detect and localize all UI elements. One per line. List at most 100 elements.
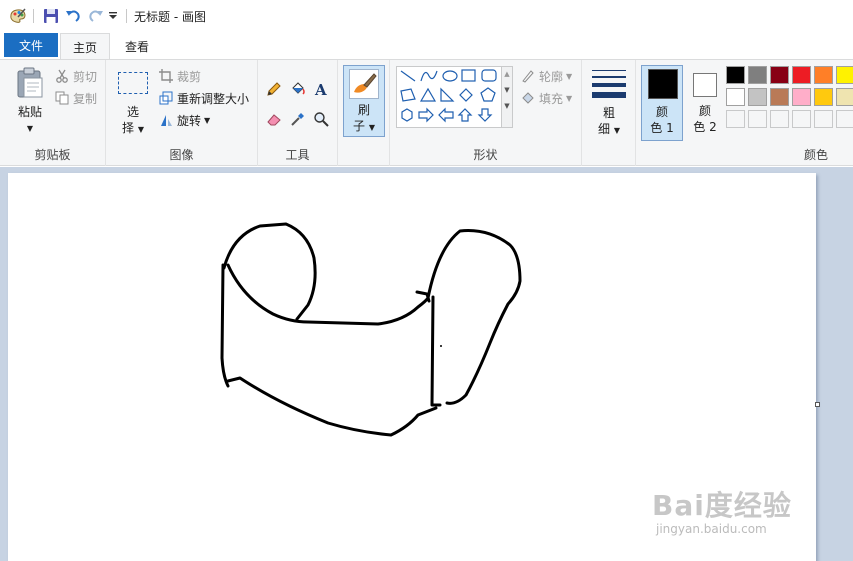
eraser-icon[interactable]	[263, 108, 285, 130]
watermark-main: Bai度经验	[652, 489, 792, 522]
cut-label: 剪切	[73, 69, 98, 84]
paint-app-icon[interactable]	[8, 6, 28, 26]
palette-color-swatch[interactable]	[726, 88, 745, 106]
color2-button[interactable]: 颜 色 2	[686, 65, 724, 141]
paint-window: 无标题 - 画图 文件 主页 查看 粘贴 ▼ 剪切 复制 剪贴板 选 择 ▼ 裁…	[0, 0, 853, 561]
save-icon[interactable]	[41, 6, 61, 26]
tools-group: A 工具	[258, 60, 338, 166]
palette-color-swatch[interactable]	[836, 66, 853, 84]
select-label-line2: 择 ▼	[122, 121, 144, 135]
text-tool-icon[interactable]: A	[310, 78, 332, 100]
rotate-label: 旋转	[177, 113, 202, 128]
palette-color-swatch[interactable]	[770, 88, 789, 106]
color1-label-line2: 色 1	[650, 121, 674, 135]
tab-home[interactable]: 主页	[60, 33, 110, 60]
palette-color-swatch[interactable]	[748, 88, 767, 106]
shapes-group: ▲ ▼ ▼ 轮廓 ▼ 填充 ▼ 形状	[390, 60, 582, 166]
select-icon	[118, 72, 148, 94]
paste-dropdown-icon[interactable]: ▼	[10, 121, 50, 137]
brush-icon	[349, 69, 379, 99]
scroll-down-icon[interactable]: ▼	[502, 86, 512, 94]
palette-color-swatch[interactable]	[814, 66, 833, 84]
palette-empty-swatch[interactable]	[748, 110, 767, 128]
palette-empty-swatch[interactable]	[726, 110, 745, 128]
clipboard-group: 粘贴 ▼ 剪切 复制 剪贴板	[0, 60, 106, 166]
crop-label: 裁剪	[177, 69, 202, 84]
fill-bucket-icon[interactable]	[287, 78, 309, 100]
redo-icon[interactable]	[86, 6, 106, 26]
colors-group: 颜 色 1 颜 色 2 颜色	[636, 60, 853, 166]
select-button[interactable]: 选 择 ▼	[114, 64, 154, 140]
canvas-resize-handle[interactable]	[815, 402, 820, 407]
size-label-line2: 细 ▼	[598, 122, 620, 136]
shapes-gallery	[396, 66, 512, 128]
baidu-jingyan-watermark: Bai度经验 jingyan.baidu.com	[652, 484, 812, 544]
palette-empty-swatch[interactable]	[792, 110, 811, 128]
palette-color-swatch[interactable]	[770, 66, 789, 84]
shapes-gallery-icons[interactable]	[397, 67, 511, 127]
scroll-up-icon[interactable]: ▲	[502, 70, 512, 78]
rotate-icon	[158, 112, 174, 128]
expand-gallery-icon[interactable]: ▼	[502, 102, 512, 110]
palette-color-swatch[interactable]	[836, 88, 853, 106]
palette-color-swatch[interactable]	[792, 88, 811, 106]
watermark-url: jingyan.baidu.com	[656, 522, 767, 536]
palette-color-swatch[interactable]	[748, 66, 767, 84]
fill-label: 填充	[539, 91, 564, 106]
brushes-label-line1: 刷	[357, 103, 370, 117]
color-picker-icon[interactable]	[287, 108, 309, 130]
title-bar: 无标题 - 画图	[0, 0, 853, 32]
color1-label-line1: 颜	[655, 105, 668, 119]
crop-icon	[158, 68, 174, 84]
magnifier-icon[interactable]	[310, 108, 332, 130]
palette-color-swatch[interactable]	[814, 88, 833, 106]
color1-button[interactable]: 颜 色 1	[641, 65, 683, 141]
palette-empty-swatch[interactable]	[814, 110, 833, 128]
brushes-button[interactable]: 刷 子 ▼	[343, 65, 385, 137]
cut-button[interactable]: 剪切	[54, 66, 97, 86]
paste-button[interactable]: 粘贴 ▼	[10, 64, 50, 140]
clipboard-group-label: 剪贴板	[34, 148, 71, 162]
pencil-icon[interactable]	[263, 78, 285, 100]
select-label-line1: 选	[126, 105, 139, 119]
brushes-group: 刷 子 ▼	[338, 60, 390, 166]
resize-label: 重新调整大小	[177, 91, 250, 106]
window-title: 无标题 - 画图	[134, 10, 206, 24]
color2-label-line2: 色 2	[693, 120, 717, 134]
image-group-label: 图像	[169, 148, 194, 162]
size-button[interactable]: 粗 细 ▼	[590, 65, 628, 139]
palette-color-swatch[interactable]	[726, 66, 745, 84]
outline-label: 轮廓	[539, 69, 564, 84]
size-group: 粗 细 ▼	[582, 60, 636, 166]
brushes-label-line2: 子 ▼	[353, 119, 375, 133]
palette-empty-swatch[interactable]	[770, 110, 789, 128]
shapes-group-label: 形状	[473, 148, 498, 162]
ribbon: 粘贴 ▼ 剪切 复制 剪贴板 选 择 ▼ 裁剪 重新调整大小 旋转 ▼ 图像 A…	[0, 59, 853, 166]
rotate-button[interactable]: 旋转 ▼	[158, 110, 210, 130]
colors-group-label: 颜色	[803, 148, 828, 162]
shapes-scroll[interactable]: ▲ ▼ ▼	[501, 66, 513, 128]
size-label-line1: 粗	[602, 106, 615, 120]
copy-button[interactable]: 复制	[54, 88, 97, 108]
paste-icon	[16, 67, 44, 102]
separator	[126, 9, 127, 23]
ribbon-tabs: 文件 主页 查看	[0, 32, 853, 60]
color2-label-line1: 颜	[698, 104, 711, 118]
tools-group-label: 工具	[285, 148, 310, 162]
palette-empty-swatch[interactable]	[836, 110, 853, 128]
fill-button[interactable]: 填充 ▼	[520, 88, 572, 108]
line-width-icon	[592, 70, 626, 98]
tab-view[interactable]: 查看	[112, 33, 162, 59]
palette-color-swatch[interactable]	[792, 66, 811, 84]
color2-swatch	[693, 73, 717, 97]
color1-swatch	[648, 69, 678, 99]
resize-button[interactable]: 重新调整大小	[158, 88, 249, 108]
tab-file[interactable]: 文件	[4, 33, 58, 57]
crop-button[interactable]: 裁剪	[158, 66, 201, 86]
separator	[33, 9, 34, 23]
undo-icon[interactable]	[63, 6, 83, 26]
outline-icon	[520, 68, 536, 84]
customize-toolbar-icon[interactable]	[105, 6, 121, 26]
copy-icon	[54, 90, 70, 106]
outline-button[interactable]: 轮廓 ▼	[520, 66, 572, 86]
